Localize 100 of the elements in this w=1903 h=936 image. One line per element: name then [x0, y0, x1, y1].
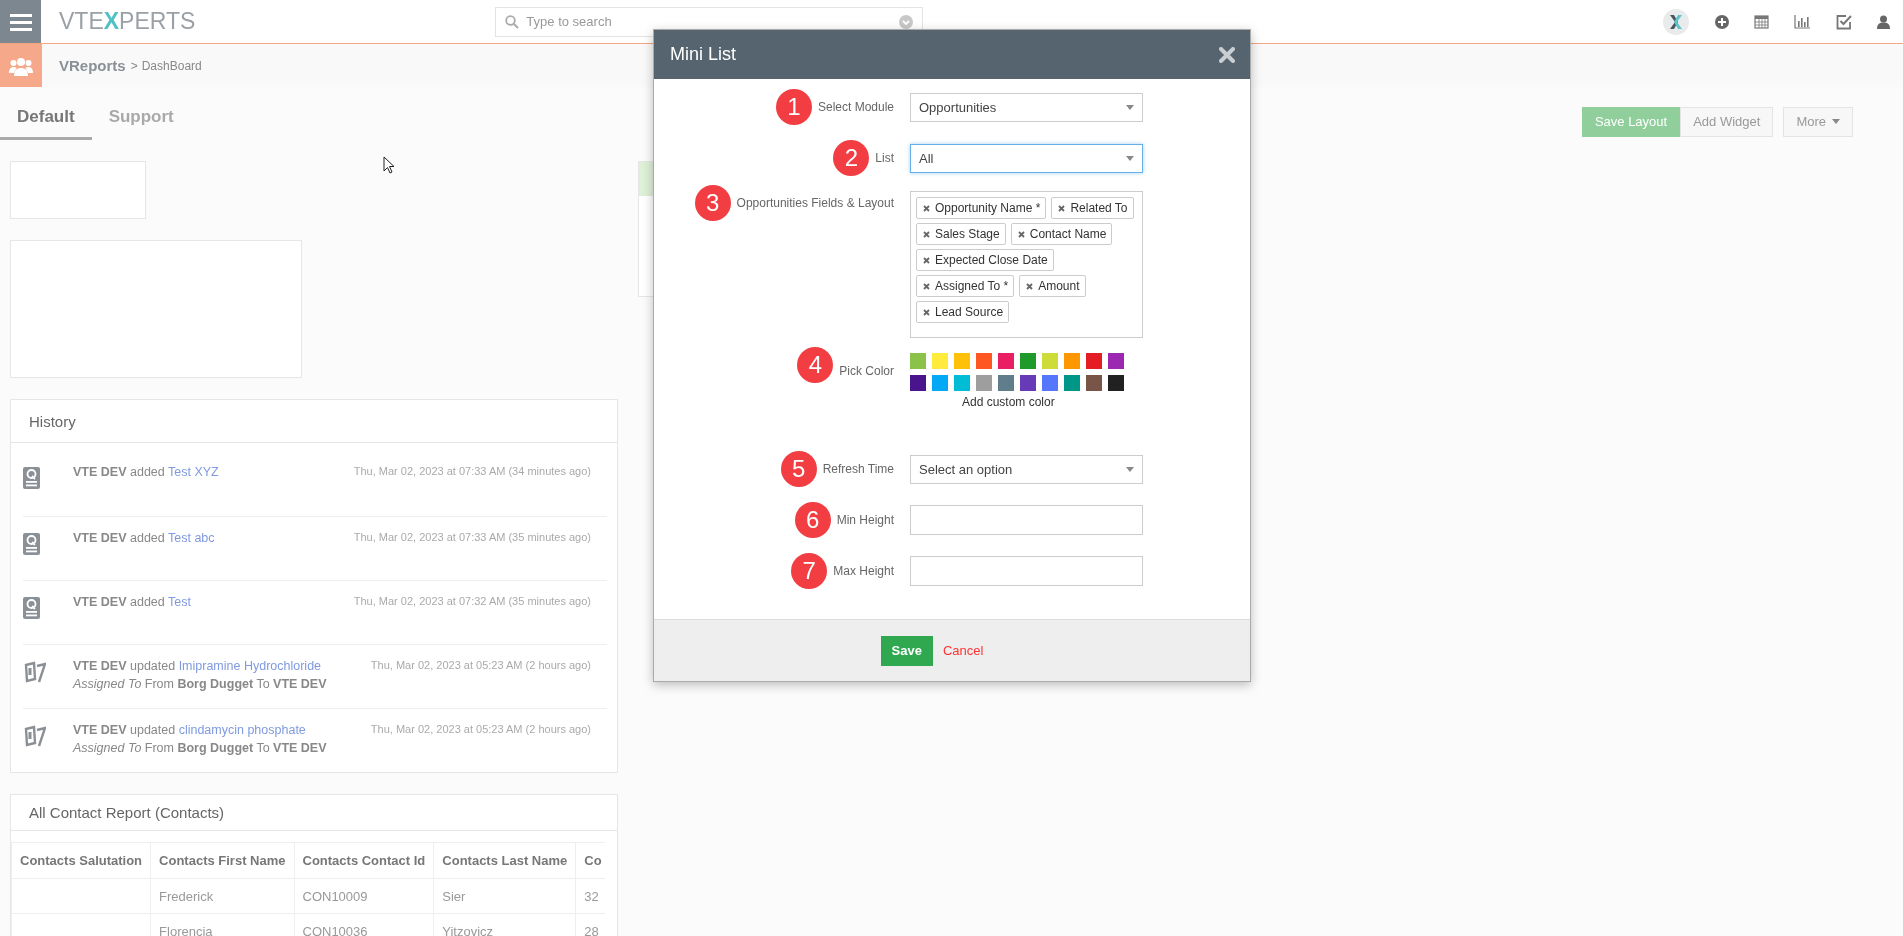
remove-icon[interactable]	[1026, 282, 1034, 290]
color-swatch[interactable]	[932, 375, 948, 391]
menu-button[interactable]	[0, 0, 41, 43]
color-swatch[interactable]	[1108, 375, 1124, 391]
user-icon[interactable]	[1877, 14, 1890, 29]
color-swatch[interactable]	[954, 375, 970, 391]
breadcrumb-link[interactable]: VReports	[59, 57, 126, 74]
tab[interactable]: Default	[0, 97, 92, 140]
app-logo-icon[interactable]	[1662, 7, 1690, 36]
column-header[interactable]: Contacts Salutation	[11, 842, 151, 879]
timestamp: Thu, Mar 02, 2023 at 07:32 AM (35 minutes ago)	[353, 595, 592, 607]
search-icon	[505, 14, 520, 29]
color-swatch[interactable]	[1064, 353, 1080, 369]
color-swatch[interactable]	[1020, 375, 1036, 391]
select-field[interactable]: Opportunities	[910, 92, 1143, 122]
remove-icon[interactable]	[1017, 230, 1025, 238]
field-tag[interactable]: Expected Close Date	[916, 249, 1054, 271]
color-swatch[interactable]	[910, 375, 926, 391]
remove-icon[interactable]	[923, 230, 930, 238]
breadcrumb-separator: >	[130, 58, 138, 73]
step-number-badge: 7	[791, 553, 828, 589]
record-link[interactable]: Test	[168, 595, 191, 609]
field-tag[interactable]: Contact Name	[1010, 223, 1113, 245]
color-swatch[interactable]	[1042, 375, 1058, 391]
remove-icon[interactable]	[923, 256, 930, 264]
column-header[interactable]: Co	[575, 842, 605, 879]
logo[interactable]: VTEXPERTS	[59, 8, 196, 35]
document-icon	[23, 597, 40, 619]
history-entry: VTE DEV updated clindamycin phosphate	[73, 723, 307, 737]
change-detail: Assigned To From Borg Dugget To VTE DEV	[73, 677, 328, 691]
close-icon[interactable]	[1219, 46, 1235, 63]
input-field[interactable]	[910, 556, 1143, 586]
color-swatch[interactable]	[1108, 353, 1124, 369]
caret-icon	[1126, 104, 1134, 110]
menu-icon	[9, 12, 32, 31]
color-swatch[interactable]	[976, 375, 992, 391]
color-swatch[interactable]	[1064, 375, 1080, 391]
field-tag[interactable]: Opportunity Name *	[916, 197, 1047, 219]
field-tag[interactable]: Assigned To *	[916, 275, 1015, 297]
caret-icon	[1126, 466, 1134, 472]
document-icon	[23, 533, 40, 555]
field-tag[interactable]: Sales Stage	[916, 223, 1006, 245]
checkbox-icon[interactable]	[1836, 13, 1852, 30]
color-swatch[interactable]	[932, 353, 948, 369]
timestamp: Thu, Mar 02, 2023 at 07:33 AM (35 minutes ago)	[353, 531, 592, 543]
cancel-link[interactable]: Cancel	[942, 643, 984, 658]
step-number-badge: 6	[794, 502, 831, 538]
history-entry: VTE DEV added Test abc	[73, 531, 216, 545]
tags-field[interactable]: Opportunity Name * Related To Sales Stage Contact Name Expected Close Date Assigned To * Amount Lead Source	[910, 191, 1143, 338]
color-swatch[interactable]	[910, 353, 926, 369]
column-header[interactable]: Contacts First Name	[150, 842, 294, 879]
color-swatch[interactable]	[1086, 353, 1102, 369]
record-link[interactable]: Test XYZ	[168, 465, 219, 479]
record-link[interactable]: Test abc	[168, 531, 215, 545]
field-label: Min Height	[836, 513, 894, 527]
change-detail: Assigned To From Borg Dugget To VTE DEV	[73, 741, 328, 755]
remove-icon[interactable]	[923, 204, 930, 212]
field-tag[interactable]: Amount	[1019, 275, 1086, 297]
timestamp: Thu, Mar 02, 2023 at 05:23 AM (2 hours ago)	[370, 659, 592, 671]
users-icon	[9, 55, 33, 76]
remove-icon[interactable]	[1058, 204, 1066, 212]
select-field[interactable]: All	[910, 143, 1143, 173]
color-swatch[interactable]	[1020, 353, 1036, 369]
input-field[interactable]	[910, 505, 1143, 535]
remove-icon[interactable]	[923, 282, 930, 290]
remove-icon[interactable]	[923, 308, 930, 316]
timestamp: Thu, Mar 02, 2023 at 07:33 AM (34 minutes ago)	[353, 465, 592, 477]
breadcrumb-current: DashBoard	[141, 58, 202, 73]
field-tag[interactable]: Related To	[1051, 197, 1134, 219]
color-swatch[interactable]	[954, 353, 970, 369]
step-number-badge: 4	[797, 347, 834, 383]
select-field[interactable]: Select an option	[910, 454, 1143, 484]
color-swatch[interactable]	[998, 353, 1014, 369]
calendar-icon[interactable]	[1754, 14, 1769, 29]
add-icon[interactable]	[1715, 14, 1729, 29]
record-link[interactable]: Imipramine Hydrochloride	[178, 659, 322, 673]
column-header[interactable]: Contacts Last Name	[433, 842, 576, 879]
save-button[interactable]: Save	[880, 635, 933, 666]
dropdown-icon[interactable]	[899, 14, 914, 29]
field-tag[interactable]: Lead Source	[916, 301, 1010, 323]
color-swatch[interactable]	[998, 375, 1014, 391]
color-swatch[interactable]	[1086, 375, 1102, 391]
edit-record-icon	[23, 661, 46, 683]
more-button[interactable]: More	[1783, 106, 1853, 137]
cursor-icon	[383, 156, 395, 174]
color-swatch[interactable]	[976, 353, 992, 369]
record-link[interactable]: clindamycin phosphate	[178, 723, 306, 737]
chart-icon[interactable]	[1794, 14, 1811, 29]
timestamp: Thu, Mar 02, 2023 at 05:23 AM (2 hours ago)	[370, 723, 592, 735]
add-custom-color-link[interactable]: Add custom color	[962, 395, 1055, 409]
modal-title: Mini List	[670, 44, 736, 65]
add-widget-button[interactable]: Add Widget	[1680, 106, 1774, 137]
table-cell: CON10009	[294, 878, 434, 914]
field-label: Max Height	[833, 564, 894, 578]
color-swatch[interactable]	[1042, 353, 1058, 369]
module-icon-tile[interactable]	[0, 44, 42, 87]
history-entry: VTE DEV added Test XYZ	[73, 465, 220, 479]
step-number-badge: 3	[694, 185, 731, 221]
step-number-badge: 5	[780, 451, 817, 487]
column-header[interactable]: Contacts Contact Id	[294, 842, 434, 879]
